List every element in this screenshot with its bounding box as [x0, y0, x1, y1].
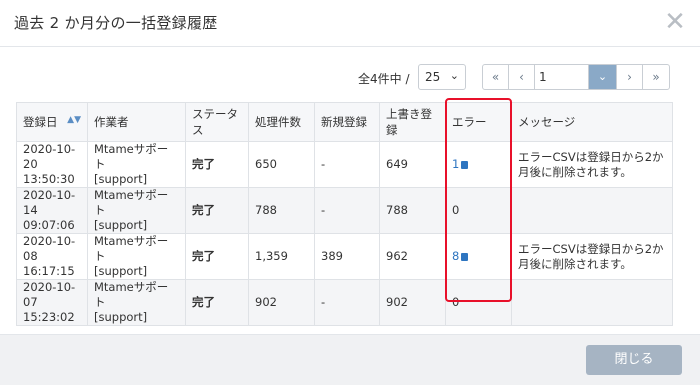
- download-icon[interactable]: [461, 161, 469, 169]
- cell-processed: 902: [248, 279, 315, 326]
- column-header-new: 新規登録: [314, 102, 380, 142]
- cell-date: 2020-10-20 13:50:30: [16, 141, 88, 188]
- column-header-processed: 処理件数: [248, 102, 315, 142]
- close-button[interactable]: 閉じる: [586, 345, 682, 375]
- prev-page-button[interactable]: ‹: [509, 65, 535, 89]
- cell-worker: Mtameサポート [support]: [87, 187, 186, 234]
- cell-overwrite: 902: [379, 279, 446, 326]
- cell-message: [511, 279, 673, 326]
- column-header-date[interactable]: 登録日 ▲▼: [16, 102, 88, 142]
- column-header-worker: 作業者: [87, 102, 186, 142]
- cell-error: 8: [445, 233, 512, 280]
- pager: « ‹ 1 ⌄ › »: [482, 64, 670, 90]
- cell-new: -: [314, 187, 380, 234]
- cell-overwrite: 788: [379, 187, 446, 234]
- close-icon[interactable]: ✕: [664, 9, 686, 35]
- modal-header: 過去 2 か月分の一括登録履歴 ✕: [0, 0, 700, 47]
- column-header-overwrite: 上書き登録: [379, 102, 446, 142]
- error-csv-link[interactable]: 8: [452, 249, 469, 263]
- cell-processed: 650: [248, 141, 315, 188]
- cell-new: -: [314, 279, 380, 326]
- page-number-input[interactable]: 1: [535, 65, 589, 89]
- cell-error: 0: [445, 279, 512, 326]
- last-page-button[interactable]: »: [643, 65, 669, 89]
- total-count-label: 全4件中 /: [358, 72, 410, 86]
- sort-icon[interactable]: ▲▼: [67, 115, 81, 125]
- cell-new: -: [314, 141, 380, 188]
- cell-error: 0: [445, 187, 512, 234]
- table-row: 2020-10-20 13:50:30 Mtameサポート [support] 完了…: [16, 141, 673, 188]
- cell-message: [511, 187, 673, 234]
- cell-processed: 788: [248, 187, 315, 234]
- page-dropdown-button[interactable]: ⌄: [589, 65, 617, 89]
- first-page-button[interactable]: «: [483, 65, 509, 89]
- table-row: 2020-10-14 09:07:06 Mtameサポート [support] 完了…: [16, 187, 673, 234]
- cell-status: 完了: [185, 141, 249, 188]
- cell-status: 完了: [185, 233, 249, 280]
- column-header-message: メッセージ: [511, 102, 673, 142]
- cell-date: 2020-10-14 09:07:06: [16, 187, 88, 234]
- cell-worker: Mtameサポート [support]: [87, 141, 186, 188]
- cell-worker: Mtameサポート [support]: [87, 279, 186, 326]
- cell-message: エラーCSVは登録日から2か月後に削除されます。: [511, 233, 673, 280]
- cell-status: 完了: [185, 279, 249, 326]
- history-table: 登録日 ▲▼ 作業者 ステータス 処理件数 新規登録 上書き登録 エラー メッセー…: [16, 102, 673, 326]
- table-row: 2020-10-07 15:23:02 Mtameサポート [support] 完了…: [16, 279, 673, 326]
- modal-footer: 閉じる: [0, 334, 700, 385]
- chevron-down-icon: ⌄: [449, 69, 459, 82]
- table-row: 2020-10-08 16:17:15 Mtameサポート [support] 完了…: [16, 233, 673, 280]
- page-size-value: 25: [425, 70, 441, 84]
- cell-overwrite: 649: [379, 141, 446, 188]
- cell-worker: Mtameサポート [support]: [87, 233, 186, 280]
- cell-processed: 1,359: [248, 233, 315, 280]
- chevron-down-icon: ⌄: [597, 70, 608, 83]
- next-page-button[interactable]: ›: [617, 65, 643, 89]
- cell-date: 2020-10-07 15:23:02: [16, 279, 88, 326]
- cell-date: 2020-10-08 16:17:15: [16, 233, 88, 280]
- cell-overwrite: 962: [379, 233, 446, 280]
- modal-title: 過去 2 か月分の一括登録履歴: [14, 14, 218, 32]
- pagination-bar: 全4件中 / 25 ⌄ « ‹ 1 ⌄ › »: [0, 64, 700, 92]
- table-header-row: 登録日 ▲▼ 作業者 ステータス 処理件数 新規登録 上書き登録 エラー メッセー…: [16, 102, 673, 142]
- cell-message: エラーCSVは登録日から2か月後に削除されます。: [511, 141, 673, 188]
- column-header-status: ステータス: [185, 102, 249, 142]
- download-icon[interactable]: [461, 253, 469, 261]
- cell-error: 1: [445, 141, 512, 188]
- cell-new: 389: [314, 233, 380, 280]
- page-size-select[interactable]: 25 ⌄: [418, 64, 466, 90]
- error-csv-link[interactable]: 1: [452, 157, 469, 171]
- column-header-error: エラー: [445, 102, 512, 142]
- cell-status: 完了: [185, 187, 249, 234]
